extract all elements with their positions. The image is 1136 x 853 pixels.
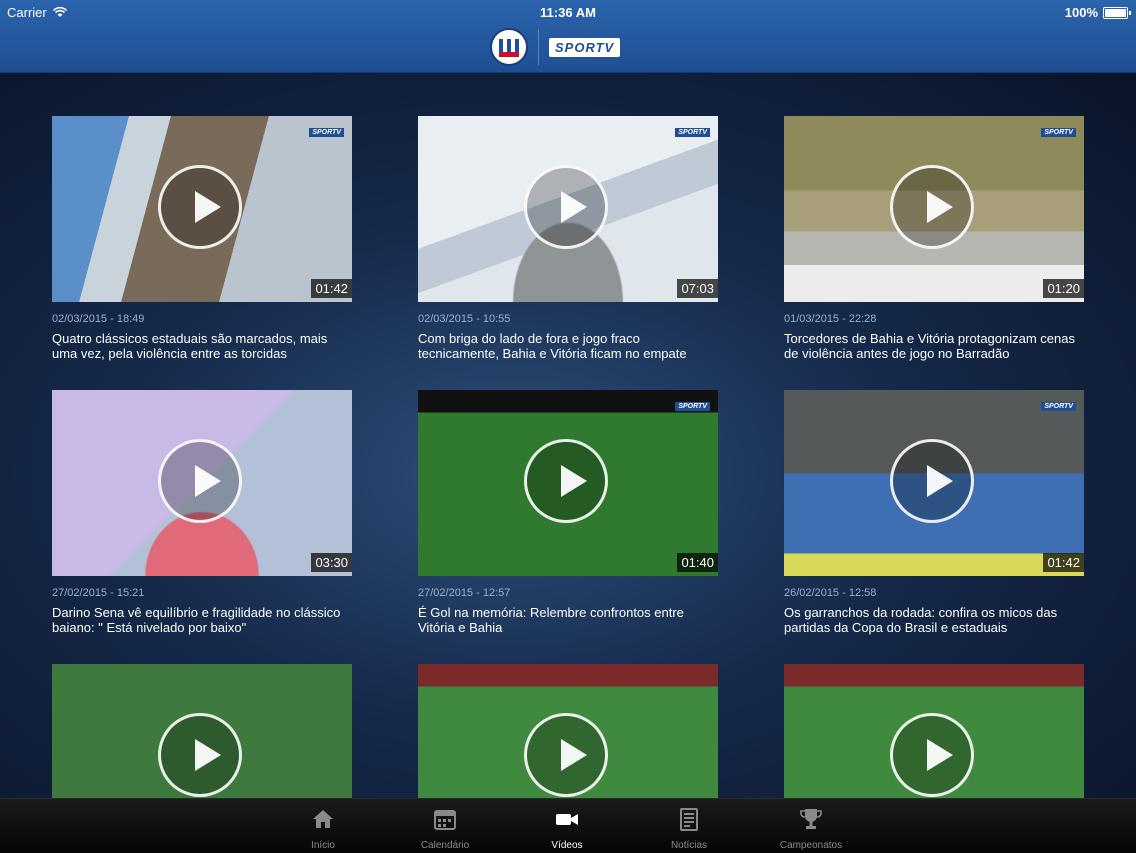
sportv-watermark: SPORTV: [675, 402, 710, 411]
video-duration: 03:30: [311, 553, 352, 572]
tab-label: Campeonatos: [779, 840, 843, 851]
play-icon[interactable]: [524, 439, 608, 523]
logo-divider: [538, 29, 539, 65]
video-duration: 01:42: [311, 279, 352, 298]
app-header: Carrier 11:36 AM 100% SPORTV: [0, 0, 1136, 73]
video-duration: 01:20: [1043, 279, 1084, 298]
header-logos: SPORTV: [490, 28, 621, 66]
tab-campeonatos[interactable]: Campeonatos: [766, 799, 856, 853]
video-thumbnail[interactable]: [418, 664, 718, 798]
play-icon[interactable]: [890, 713, 974, 797]
video-title[interactable]: É Gol na memória: Relembre confrontos en…: [418, 605, 718, 635]
video-card[interactable]: SPORTV 01:40 27/02/2015 - 12:57 É Gol na…: [418, 390, 718, 635]
tab-noticias[interactable]: Notícias: [644, 799, 734, 853]
tab-label: Vídeos: [551, 840, 583, 851]
video-date: 27/02/2015 - 12:57: [418, 587, 511, 599]
trophy-icon: [800, 809, 822, 829]
video-card[interactable]: [418, 664, 718, 798]
video-duration: 01:42: [1043, 553, 1084, 572]
status-bar: Carrier 11:36 AM 100%: [0, 0, 1136, 24]
video-thumbnail[interactable]: [784, 664, 1084, 798]
news-icon: [680, 808, 698, 831]
play-icon[interactable]: [524, 713, 608, 797]
video-thumbnail[interactable]: 03:30: [52, 390, 352, 576]
video-duration: 07:03: [677, 279, 718, 298]
video-thumbnail[interactable]: SPORTV 01:42: [52, 116, 352, 302]
video-thumbnail[interactable]: SPORTV 01:20: [784, 116, 1084, 302]
sportv-watermark: SPORTV: [1041, 402, 1076, 411]
video-thumbnail[interactable]: [52, 664, 352, 798]
home-icon: [313, 810, 333, 828]
play-icon[interactable]: [890, 165, 974, 249]
tab-label: Início: [311, 840, 335, 851]
video-title[interactable]: Quatro clássicos estaduais são marcados,…: [52, 331, 352, 361]
play-icon[interactable]: [890, 439, 974, 523]
play-icon[interactable]: [158, 165, 242, 249]
video-card[interactable]: 03:30 27/02/2015 - 15:21 Darino Sena vê …: [52, 390, 352, 635]
tab-calendario[interactable]: Calendário: [400, 799, 490, 853]
tab-bar: Início Calendário Vídeos Notícias Campeo…: [0, 798, 1136, 853]
video-date: 01/03/2015 - 22:28: [784, 313, 877, 325]
club-crest-logo: [490, 28, 528, 66]
video-thumbnail[interactable]: SPORTV 07:03: [418, 116, 718, 302]
video-duration: 01:40: [677, 553, 718, 572]
video-card[interactable]: SPORTV 01:42 26/02/2015 - 12:58 Os garra…: [784, 390, 1084, 635]
video-card[interactable]: [52, 664, 352, 798]
video-title[interactable]: Darino Sena vê equilíbrio e fragilidade …: [52, 605, 352, 635]
video-grid[interactable]: SPORTV 01:42 02/03/2015 - 18:49 Quatro c…: [0, 73, 1136, 798]
tab-videos[interactable]: Vídeos: [522, 799, 612, 853]
tab-label: Calendário: [420, 840, 470, 851]
battery-percent: 100%: [1064, 5, 1098, 20]
calendar-icon: [434, 810, 456, 830]
status-battery: 100%: [1064, 5, 1131, 20]
video-date: 27/02/2015 - 15:21: [52, 587, 145, 599]
status-time: 11:36 AM: [540, 5, 596, 20]
video-title[interactable]: Com briga do lado de fora e jogo fraco t…: [418, 331, 718, 361]
battery-icon: [1103, 6, 1131, 19]
sportv-watermark: SPORTV: [1041, 128, 1076, 137]
video-date: 02/03/2015 - 18:49: [52, 313, 145, 325]
video-camera-icon: [556, 814, 578, 825]
tab-inicio[interactable]: Início: [278, 799, 368, 853]
play-icon[interactable]: [158, 713, 242, 797]
video-card[interactable]: SPORTV 01:20 01/03/2015 - 22:28 Torcedor…: [784, 116, 1084, 361]
tab-label: Notícias: [670, 840, 708, 851]
sportv-watermark: SPORTV: [309, 128, 344, 137]
sportv-logo: SPORTV: [549, 37, 621, 57]
video-title[interactable]: Os garranchos da rodada: confira os mico…: [784, 605, 1084, 635]
play-icon[interactable]: [158, 439, 242, 523]
video-date: 02/03/2015 - 10:55: [418, 313, 511, 325]
video-title[interactable]: Torcedores de Bahia e Vitória protagoniz…: [784, 331, 1084, 361]
play-icon[interactable]: [524, 165, 608, 249]
video-card[interactable]: SPORTV 07:03 02/03/2015 - 10:55 Com brig…: [418, 116, 718, 361]
video-thumbnail[interactable]: SPORTV 01:40: [418, 390, 718, 576]
sportv-watermark: SPORTV: [675, 128, 710, 137]
video-thumbnail[interactable]: SPORTV 01:42: [784, 390, 1084, 576]
video-card[interactable]: [784, 664, 1084, 798]
video-card[interactable]: SPORTV 01:42 02/03/2015 - 18:49 Quatro c…: [52, 116, 352, 361]
video-date: 26/02/2015 - 12:58: [784, 587, 877, 599]
